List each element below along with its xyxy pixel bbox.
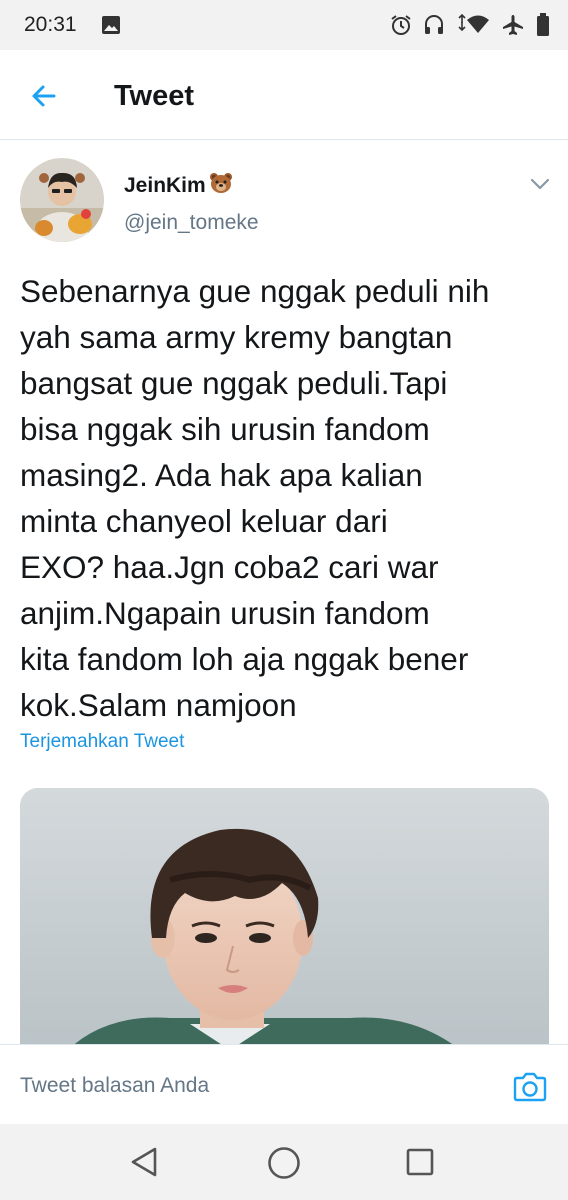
translate-tweet-link[interactable]: Terjemahkan Tweet: [20, 731, 184, 753]
tweet-text-line: yah sama army kremy bangtan: [20, 319, 453, 355]
status-time: 20:31: [24, 13, 77, 36]
tweet-text-line: bisa nggak sih urusin fandom: [20, 411, 430, 447]
author-name-row[interactable]: JeinKim: [124, 172, 233, 199]
status-bar: 20:31: [0, 0, 568, 50]
tweet-text-line: anjim.Ngapain urusin fandom: [20, 595, 430, 631]
tweet-text-line: EXO? haa.Jgn coba2 cari war: [20, 549, 439, 585]
arrow-left-icon[interactable]: [26, 78, 62, 114]
tweet-text-line: Sebenarnya gue nggak peduli nih: [20, 273, 490, 309]
wifi-icon: [458, 14, 489, 33]
airplane-icon: [503, 15, 523, 35]
back-triangle-icon[interactable]: [129, 1146, 159, 1178]
tweet-text-line: kok.Salam namjoon: [20, 687, 297, 723]
tweet-text-line: bangsat gue nggak peduli.Tapi: [20, 365, 448, 401]
image-icon: [102, 16, 120, 34]
status-icons: [390, 13, 550, 37]
avatar[interactable]: [20, 158, 104, 242]
tweet-text: Sebenarnya gue nggak peduli nih yah sama…: [20, 268, 555, 728]
tweet-text-line: kita fandom loh aja nggak bener: [20, 641, 469, 677]
tweet-text-line: minta chanyeol keluar dari: [20, 503, 388, 539]
headset-icon: [425, 15, 443, 34]
header: Tweet: [0, 50, 568, 140]
tweet-text-line: masing2. Ada hak apa kalian: [20, 457, 423, 493]
alarm-icon: [391, 15, 411, 35]
battery-icon: [537, 13, 549, 36]
chevron-down-icon[interactable]: [528, 176, 552, 192]
reply-bar: Tweet balasan Anda: [0, 1044, 568, 1124]
page-title: Tweet: [114, 80, 195, 112]
bear-emoji-icon: [209, 172, 233, 199]
author-handle[interactable]: @jein_tomeke: [124, 211, 259, 235]
system-nav-bar: [0, 1124, 568, 1200]
tweet-media-image[interactable]: [20, 788, 549, 1058]
recents-square-icon[interactable]: [405, 1147, 435, 1177]
author-display-name[interactable]: JeinKim: [124, 174, 206, 198]
home-circle-icon[interactable]: [267, 1146, 301, 1180]
reply-input[interactable]: Tweet balasan Anda: [20, 1074, 209, 1098]
camera-icon[interactable]: [512, 1071, 548, 1103]
